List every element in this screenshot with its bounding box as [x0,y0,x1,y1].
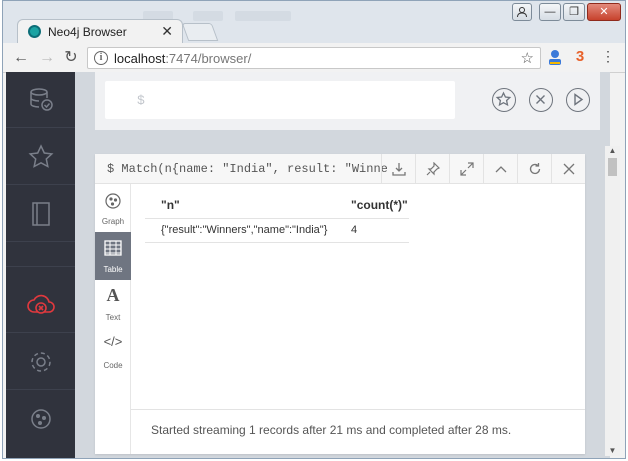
site-info-icon[interactable]: i [94,51,108,65]
tab-graph[interactable]: Graph [95,184,131,232]
status-bar: Started streaming 1 records after 21 ms … [131,409,585,454]
text-icon: A [106,285,120,305]
star-icon [28,143,53,168]
tab-title: Neo4j Browser [48,25,127,39]
play-icon [574,93,584,106]
pin-button[interactable] [415,154,449,184]
cypher-input[interactable]: $ [105,81,455,119]
column-header-n: "n" [161,198,180,212]
sidebar-item-connection[interactable] [6,277,75,333]
table-cell: {"result":"Winners","name":"India"} [161,224,328,236]
graph-icon [105,193,121,209]
neo4j-favicon-icon [28,25,41,38]
sidebar-item-settings[interactable] [6,334,75,390]
ghost-bookmark [235,11,291,21]
browser-menu-icon[interactable]: ⋮ [601,48,615,66]
tab-close-icon[interactable]: ✕ [161,23,173,40]
sidebar-item-about[interactable] [6,391,75,447]
scroll-down-icon[interactable]: ▼ [605,446,620,456]
sidebar-spacer [6,243,75,267]
page-scrollbar[interactable]: ▲ ▼ [605,146,620,456]
scroll-up-icon[interactable]: ▲ [605,146,620,156]
tab-table[interactable]: Table [95,232,131,280]
address-bar[interactable]: i localhost:7474/browser/ ☆ [87,47,541,69]
tab-text-label: Text [105,313,121,322]
book-icon [31,201,50,226]
table-cell: 4 [351,224,358,236]
new-tab-button[interactable] [181,23,219,41]
download-button[interactable] [381,154,415,184]
status-message: Started streaming 1 records after 21 ms … [151,423,512,437]
ghost-bookmark [193,11,223,21]
pin-icon [426,162,440,176]
tab-text[interactable]: A Text [95,280,131,328]
sidebar-item-favorites[interactable] [6,129,75,185]
fullscreen-button[interactable] [449,154,483,184]
tab-graph-label: Graph [101,217,125,226]
sidebar-item-database[interactable] [6,72,75,128]
user-profile-button[interactable] [512,3,532,21]
main-area: $ $ Match(n{name: "India", result: "Winn… [75,72,610,458]
close-circle-icon [536,95,545,104]
rerun-button[interactable] [517,154,551,184]
forward-icon[interactable]: → [37,48,57,68]
navigation-bar: ← → ↻ i localhost:7474/browser/ ☆ [3,43,625,73]
tab-code[interactable]: </> Code [95,328,131,376]
extension-person-icon[interactable] [547,48,563,66]
run-query-button[interactable] [566,88,590,112]
favorite-query-button[interactable] [492,88,516,112]
url-path: :7474/browser/ [165,51,252,66]
neo4j-sidebar [6,72,75,458]
database-icon [29,87,53,111]
code-icon: </> [103,334,123,349]
close-window-button[interactable]: ✕ [587,3,621,21]
url-host: localhost [114,51,166,66]
editor-prompt: $ [137,93,145,108]
frame-command[interactable]: $ Match(n{name: "India", result: "Winner… [107,162,387,176]
table-icon [104,240,122,256]
bookmark-star-icon[interactable]: ☆ [521,49,534,67]
reload-icon[interactable]: ↻ [61,48,81,68]
chevron-up-icon [495,166,506,173]
gear-icon [30,351,51,372]
frame-header: $ Match(n{name: "India", result: "Winner… [95,154,585,184]
extension-d3-icon[interactable]: 3 [571,48,589,66]
scroll-thumb[interactable] [608,158,617,176]
back-icon[interactable]: ← [11,48,31,68]
star-outline-icon [495,91,512,107]
result-frame: $ Match(n{name: "India", result: "Winner… [95,154,585,454]
neo4j-logo-icon [30,409,51,429]
browser-tab[interactable]: Neo4j Browser ✕ [17,19,183,43]
close-icon [563,163,574,175]
query-editor: $ [95,72,600,130]
refresh-icon [529,163,540,175]
minimize-button[interactable]: — [539,3,561,21]
clear-query-button[interactable] [529,88,553,112]
download-icon [391,163,406,176]
sidebar-item-documents[interactable] [6,186,75,242]
header-divider [145,218,409,219]
close-frame-button[interactable] [551,154,585,184]
tab-table-label: Table [103,265,123,274]
column-header-count: "count(*)" [351,198,408,212]
collapse-button[interactable] [483,154,517,184]
title-bar: Neo4j Browser ✕ — ❐ ✕ [3,1,625,43]
expand-icon [459,162,474,176]
view-tabs: Graph Table A Text </> Code [95,184,131,454]
tab-code-label: Code [103,361,123,370]
row-divider [145,242,409,243]
maximize-button[interactable]: ❐ [563,3,585,21]
url-text: localhost:7474/browser/ [114,51,251,66]
cloud-disconnected-icon [26,294,55,314]
